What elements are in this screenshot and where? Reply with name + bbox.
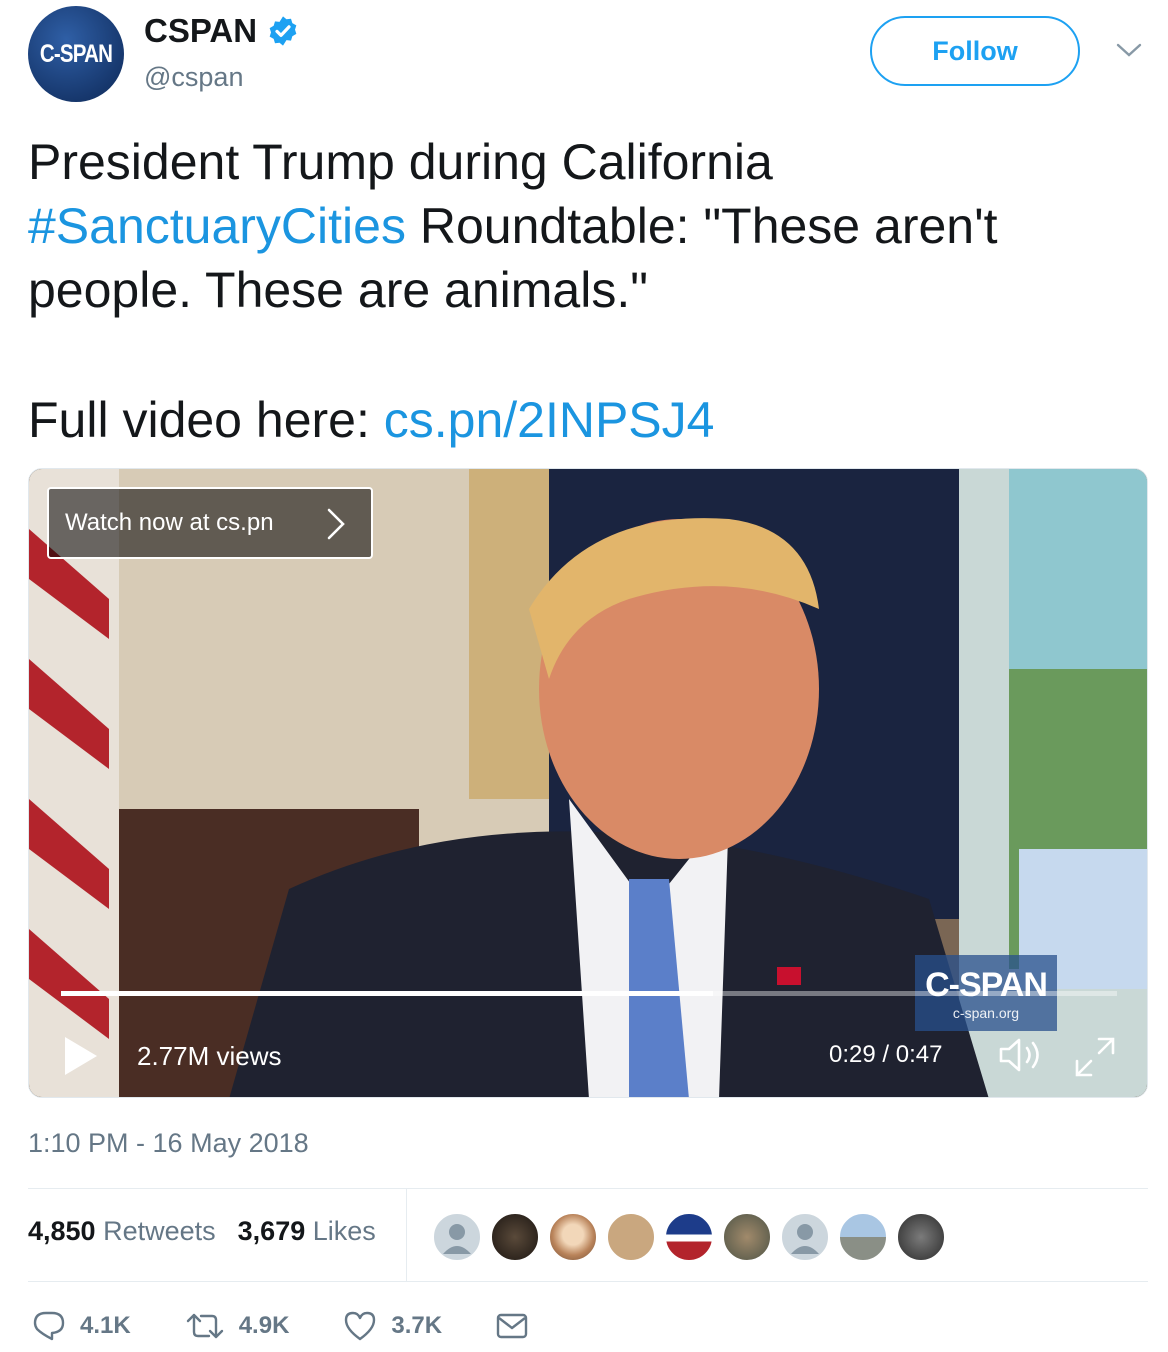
tweet-header: C-SPAN CSPAN @cspan Follow bbox=[0, 0, 1168, 110]
fullscreen-icon[interactable] bbox=[1073, 1035, 1117, 1079]
heart-icon bbox=[345, 1311, 376, 1341]
retweets-label: Retweets bbox=[103, 1216, 216, 1246]
liker-avatar[interactable] bbox=[722, 1212, 772, 1262]
full-video-line: Full video here: cs.pn/2INPSJ4 bbox=[28, 388, 714, 452]
retweet-count: 4.9K bbox=[238, 1312, 290, 1339]
avatar-logo-text: C-SPAN bbox=[39, 39, 113, 68]
video-progress-fill bbox=[61, 991, 713, 996]
retweet-icon bbox=[186, 1313, 223, 1339]
play-icon[interactable] bbox=[63, 1035, 99, 1077]
likes-stat[interactable]: 3,679 Likes bbox=[238, 1216, 376, 1247]
video-time: 0:29 / 0:47 bbox=[829, 1041, 943, 1068]
liker-avatar[interactable] bbox=[838, 1212, 888, 1262]
liker-avatar[interactable] bbox=[490, 1212, 540, 1262]
watermark-url: c-span.org bbox=[952, 1004, 1020, 1021]
volume-icon[interactable] bbox=[997, 1035, 1045, 1075]
direct-message-action[interactable] bbox=[496, 1312, 542, 1340]
liker-avatar[interactable] bbox=[896, 1212, 946, 1262]
likes-label: Likes bbox=[312, 1216, 376, 1246]
envelope-icon bbox=[496, 1313, 528, 1339]
handle[interactable]: @cspan bbox=[144, 62, 243, 93]
liker-avatar[interactable] bbox=[432, 1212, 482, 1262]
tweet-timestamp[interactable]: 1:10 PM - 16 May 2018 bbox=[28, 1128, 309, 1159]
divider bbox=[28, 1281, 1148, 1282]
chevron-right-icon bbox=[327, 508, 345, 540]
verified-badge-icon bbox=[269, 16, 297, 46]
likes-count: 3,679 bbox=[237, 1216, 306, 1246]
tweet-stats: 4,850 Retweets 3,679 Likes bbox=[28, 1216, 376, 1247]
view-count: 2.77M views bbox=[137, 1041, 282, 1071]
watch-now-label: Watch now at cs.pn bbox=[65, 509, 274, 536]
video-link[interactable]: cs.pn/2INPSJ4 bbox=[384, 392, 715, 448]
like-action[interactable]: 3.7K bbox=[343, 1310, 442, 1342]
default-avatar-icon bbox=[443, 1224, 471, 1254]
liker-avatar[interactable] bbox=[548, 1212, 598, 1262]
retweets-stat[interactable]: 4,850 Retweets bbox=[28, 1216, 216, 1247]
retweets-count: 4,850 bbox=[28, 1216, 96, 1246]
liker-avatars bbox=[432, 1212, 954, 1262]
full-video-label: Full video here: bbox=[28, 392, 384, 448]
video-progress-bar[interactable] bbox=[61, 991, 1117, 996]
liker-avatar[interactable] bbox=[606, 1212, 656, 1262]
display-name[interactable]: CSPAN bbox=[144, 12, 257, 50]
chevron-down-icon[interactable] bbox=[1114, 38, 1144, 62]
liker-avatar[interactable] bbox=[664, 1212, 714, 1262]
avatar[interactable]: C-SPAN bbox=[28, 6, 124, 102]
stats-separator bbox=[406, 1189, 407, 1281]
video-player[interactable]: Watch now at cs.pn C-SPAN c-span.org 2.7… bbox=[28, 468, 1148, 1098]
tweet-text-intro: President Trump during California bbox=[28, 134, 773, 190]
tweet-text: President Trump during California #Sanct… bbox=[28, 130, 1138, 322]
watermark-title: C-SPAN bbox=[925, 965, 1048, 1004]
like-count: 3.7K bbox=[391, 1312, 443, 1339]
name-row: CSPAN bbox=[144, 12, 299, 50]
reply-icon bbox=[33, 1311, 65, 1341]
default-avatar-icon bbox=[791, 1224, 819, 1254]
watch-now-button[interactable]: Watch now at cs.pn bbox=[47, 487, 373, 559]
retweet-action[interactable]: 4.9K bbox=[185, 1310, 290, 1342]
liker-avatar[interactable] bbox=[780, 1212, 830, 1262]
tweet-actions: 4.1K 4.9K 3.7K bbox=[32, 1310, 596, 1342]
reply-count: 4.1K bbox=[80, 1312, 131, 1339]
hashtag-link[interactable]: #SanctuaryCities bbox=[28, 198, 406, 254]
divider bbox=[28, 1188, 1148, 1189]
follow-button[interactable]: Follow bbox=[870, 16, 1080, 86]
reply-action[interactable]: 4.1K bbox=[32, 1310, 131, 1342]
